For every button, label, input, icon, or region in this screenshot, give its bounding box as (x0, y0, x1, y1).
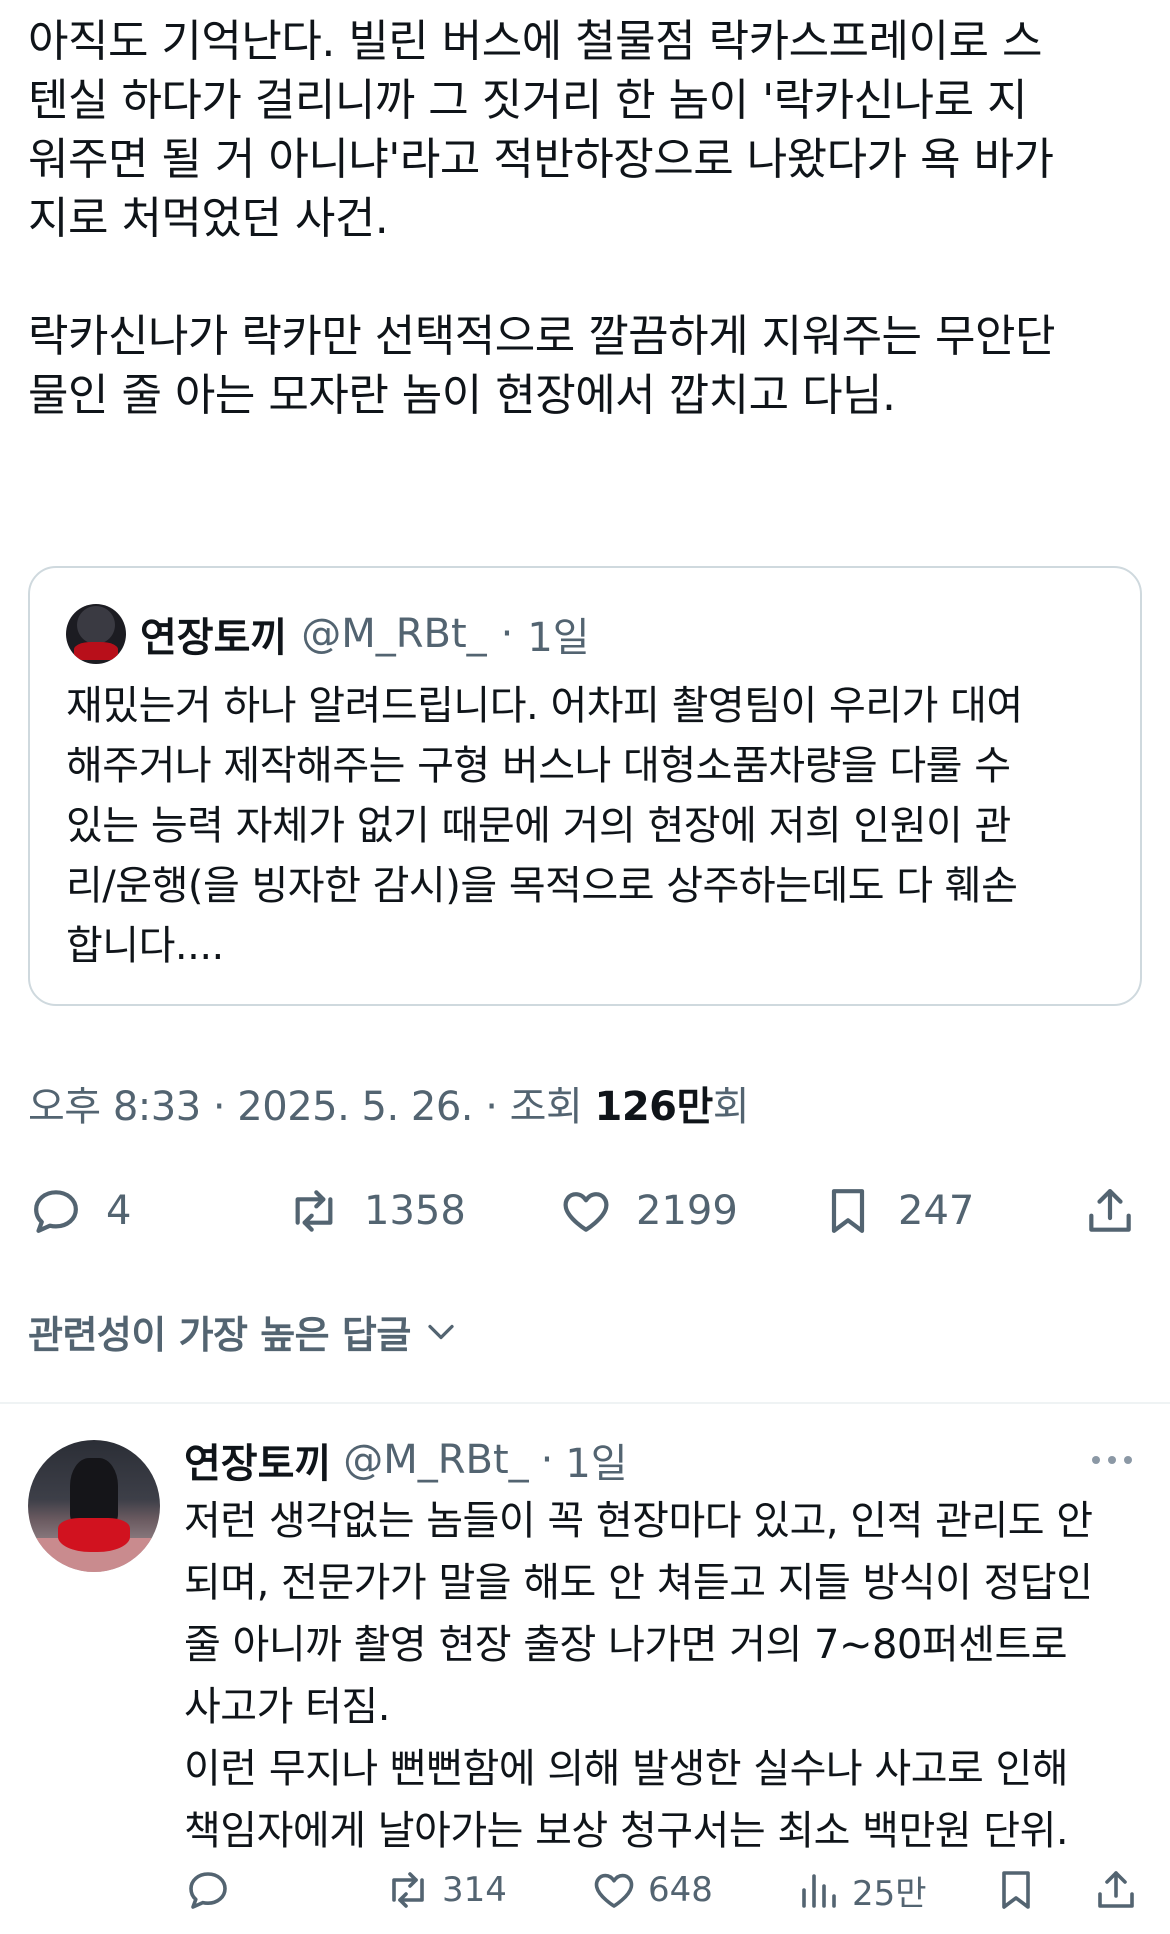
post-time[interactable]: 오후 8:33 (28, 1084, 201, 1130)
more-options-button[interactable] (1082, 1440, 1142, 1480)
bookmark-button[interactable] (992, 1860, 1040, 1920)
bookmark-icon (1002, 1871, 1030, 1909)
heart-icon (563, 1192, 609, 1232)
post-time[interactable]: 1일 (527, 605, 589, 663)
reply-icon (189, 1872, 227, 1909)
post-time[interactable]: 1일 (565, 1431, 627, 1489)
avatar[interactable] (28, 1440, 160, 1572)
post-action-bar: 4 1358 2199 247 (28, 1176, 1148, 1246)
divider (0, 1402, 1170, 1404)
post-text: 아직도 기억난다. 빌린 버스에 철물점 락카스프레이로 스 텐실 하다가 걸리… (28, 16, 1055, 421)
repost-count: 314 (442, 1870, 507, 1910)
views-label: 조회 (509, 1084, 595, 1130)
author-name[interactable]: 연장토끼 (140, 605, 287, 663)
post-date[interactable]: 2025. 5. 26. (237, 1084, 473, 1130)
views-count: 25만 (852, 1873, 927, 1914)
separator-dot: · (200, 1084, 238, 1130)
views-count: 126만 (594, 1084, 714, 1130)
reply-button[interactable] (184, 1860, 232, 1920)
separator-dot: · (473, 1084, 510, 1130)
avatar[interactable] (66, 604, 126, 664)
bookmark-button[interactable]: 247 (820, 1176, 974, 1246)
quoted-post-header: 연장토끼 @M_RBt_ · 1일 (66, 604, 590, 664)
repost-button[interactable]: 1358 (286, 1176, 466, 1246)
post-meta: 오후 8:33 · 2025. 5. 26. · 조회 126만회 (28, 1074, 750, 1132)
bookmark-icon (831, 1189, 865, 1233)
like-count: 648 (648, 1870, 713, 1910)
reply-header: 연장토끼 @M_RBt_ · 1일 (184, 1430, 628, 1490)
author-name[interactable]: 연장토끼 (184, 1431, 331, 1489)
like-count: 2199 (636, 1188, 738, 1234)
separator-dot: · (540, 1437, 554, 1483)
share-button[interactable] (1082, 1176, 1138, 1246)
quoted-post-text: 재밌는거 하나 알려드립니다. 어차피 촬영팀이 우리가 대여 해주거나 제작해… (66, 683, 1023, 969)
reply-text: 저런 생각없는 놈들이 꼭 현장마다 있고, 인적 관리도 안 되며, 전문가가… (184, 1498, 1093, 1854)
share-icon (1098, 1871, 1134, 1908)
reply-button[interactable]: 4 (28, 1176, 131, 1246)
analytics-icon (802, 1874, 836, 1908)
share-button[interactable] (1092, 1860, 1140, 1920)
reply-action-bar: 314 648 25만 (184, 1860, 1144, 1920)
like-button[interactable]: 2199 (558, 1176, 738, 1246)
like-button[interactable]: 648 (590, 1860, 713, 1920)
chevron-down-icon (428, 1324, 454, 1339)
bookmark-count: 247 (898, 1188, 975, 1234)
repost-icon (392, 1872, 424, 1908)
repost-button[interactable]: 314 (384, 1860, 507, 1920)
heart-icon (594, 1873, 634, 1908)
reply-icon (34, 1190, 78, 1233)
quoted-post-card[interactable]: 연장토끼 @M_RBt_ · 1일 재밌는거 하나 알려드립니다. 어차피 촬영… (28, 566, 1142, 1006)
author-handle[interactable]: @M_RBt_ (301, 611, 486, 657)
views-suffix: 회 (712, 1084, 750, 1130)
reply-sort-label: 관련성이 가장 높은 답글 (28, 1313, 411, 1357)
reply-sort-dropdown[interactable]: 관련성이 가장 높은 답글 (28, 1304, 463, 1359)
repost-count: 1358 (364, 1188, 466, 1234)
views-button[interactable]: 25만 (794, 1860, 927, 1920)
author-handle[interactable]: @M_RBt_ (343, 1437, 528, 1483)
repost-icon (295, 1190, 333, 1232)
more-icon (1092, 1456, 1132, 1464)
reply-count: 4 (106, 1188, 132, 1234)
share-icon (1089, 1189, 1131, 1232)
separator-dot: · (500, 611, 514, 657)
